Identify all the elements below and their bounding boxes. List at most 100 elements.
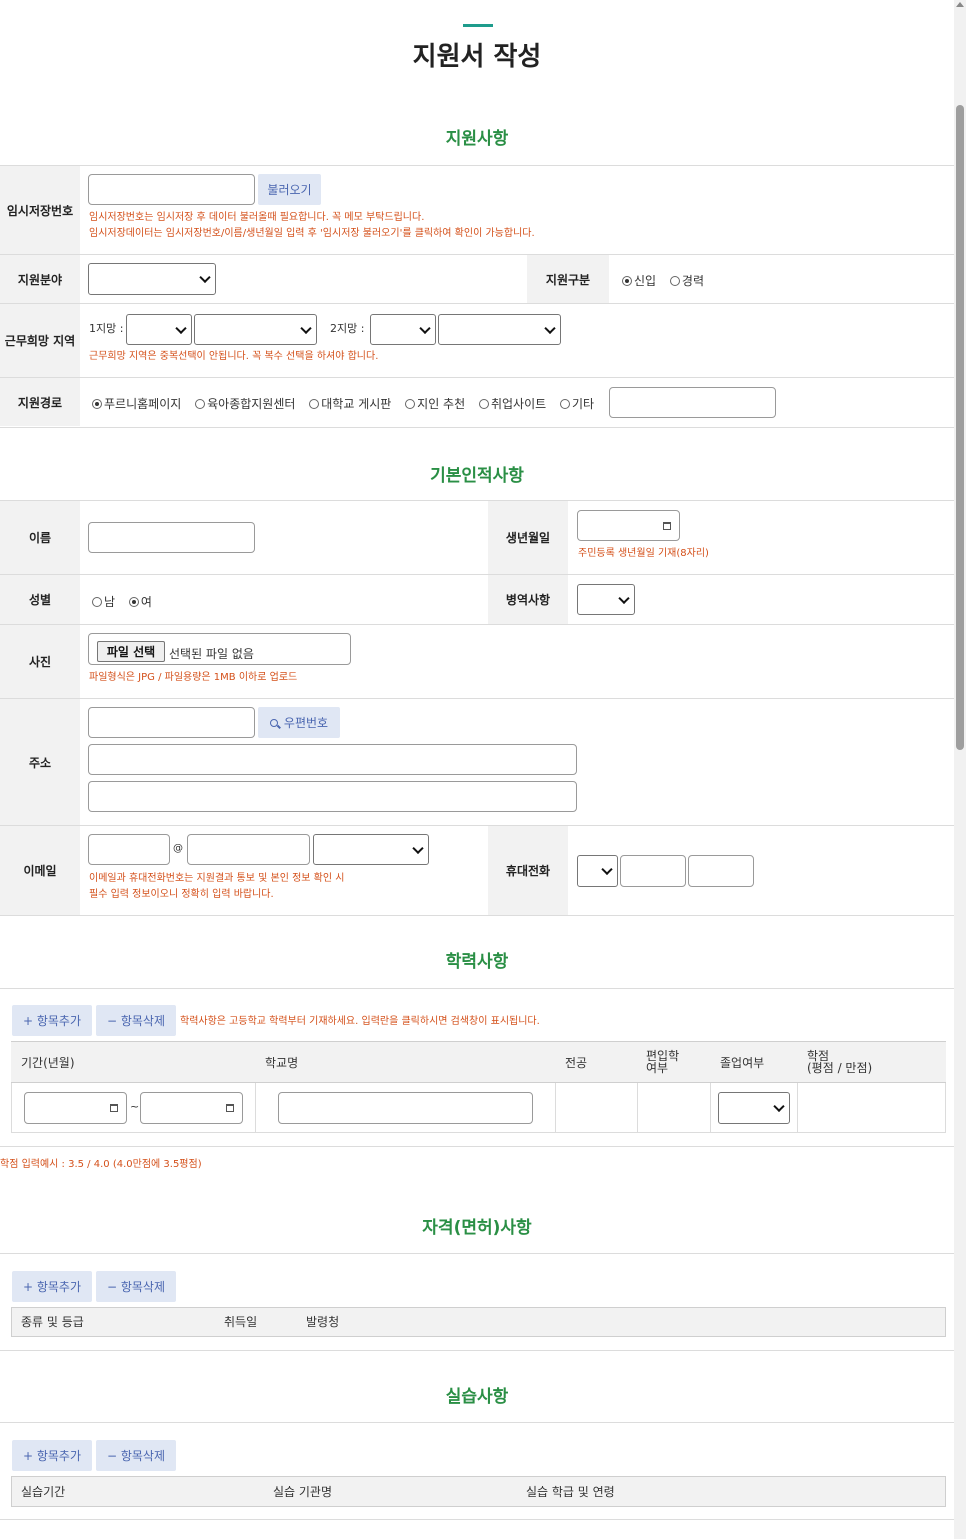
- practice-header-class: 실습 학급 및 연령: [526, 1485, 615, 1499]
- practice-add-button[interactable]: + 항목추가: [12, 1440, 92, 1471]
- radio-route-referral[interactable]: 지인 추천: [405, 397, 465, 411]
- phone-last-input[interactable]: [688, 855, 754, 887]
- search-icon: [269, 718, 278, 727]
- divider: [0, 1253, 954, 1254]
- field-select[interactable]: [88, 263, 216, 295]
- license-remove-button[interactable]: − 항목삭제: [96, 1271, 176, 1302]
- radio-experienced-label: 경력: [681, 274, 705, 288]
- radio-icon[interactable]: [560, 399, 570, 409]
- radio-icon[interactable]: [405, 399, 416, 409]
- divider: [0, 988, 954, 989]
- practice-table-header: [11, 1476, 946, 1507]
- route-other-input[interactable]: [609, 387, 776, 418]
- temp-save-number-input[interactable]: [88, 174, 255, 205]
- radio-route-childcare-center[interactable]: 육아종합지원센터: [195, 397, 295, 411]
- gender-label: 성별: [0, 575, 80, 624]
- file-select-button[interactable]: 파일 선택: [97, 641, 165, 662]
- route-option-label: 대학교 게시판: [321, 397, 392, 411]
- divider: [0, 915, 954, 916]
- gender-label-text: 성별: [28, 593, 52, 607]
- apply-type-label: 지원구분: [527, 255, 609, 303]
- radio-icon[interactable]: [309, 399, 320, 409]
- application-form-page: 지원서 작성 지원사항 임시저장번호 불러오기 임시저장번호는 임시저장 후 데…: [0, 0, 966, 1539]
- radio-icon[interactable]: [669, 276, 680, 286]
- radio-icon[interactable]: [622, 276, 632, 286]
- file-status: 선택된 파일 없음: [169, 647, 254, 661]
- section-title-education: 학력사항: [445, 952, 509, 972]
- radio-icon[interactable]: [128, 597, 139, 607]
- zipcode-input[interactable]: [88, 707, 255, 738]
- school-name-input[interactable]: [278, 1092, 533, 1124]
- radio-icon[interactable]: [92, 399, 102, 409]
- load-temp-button[interactable]: 불러오기: [258, 174, 321, 205]
- graduation-select[interactable]: [718, 1092, 790, 1124]
- radio-female-label: 여: [140, 595, 152, 609]
- calendar-icon[interactable]: [226, 1104, 234, 1112]
- education-table-header: [11, 1041, 946, 1083]
- divider: [0, 377, 954, 378]
- temp-save-note-2: 임시저장데이터는 임시저장번호/이름/생년월일 입력 후 '임시저장 불러오기'…: [89, 228, 535, 239]
- education-add-button[interactable]: + 항목추가: [12, 1005, 92, 1036]
- choice2-center-select[interactable]: [438, 314, 561, 345]
- radio-experienced[interactable]: 경력: [669, 274, 705, 288]
- section-title-basic: 기본인적사항: [430, 466, 524, 486]
- scrollbar-thumb[interactable]: [956, 105, 964, 750]
- practice-remove-button[interactable]: − 항목삭제: [96, 1440, 176, 1471]
- birth-date-input[interactable]: [577, 510, 680, 541]
- radio-route-homepage[interactable]: 푸르니홈페이지: [92, 397, 181, 411]
- col-divider: [555, 1083, 556, 1133]
- choice1-region-select[interactable]: [126, 314, 192, 345]
- title-accent-bar: [463, 24, 493, 27]
- military-select[interactable]: [577, 584, 635, 615]
- section-title-practice: 실습사항: [445, 1387, 509, 1407]
- radio-new[interactable]: 신입: [622, 274, 656, 288]
- license-header-issuer: 발령청: [306, 1315, 340, 1329]
- divider: [0, 427, 954, 428]
- zipcode-search-button[interactable]: 우편번호: [258, 707, 340, 738]
- name-input[interactable]: [88, 522, 255, 553]
- education-remove-button[interactable]: − 항목삭제: [96, 1005, 176, 1036]
- choice2-region-select[interactable]: [370, 314, 436, 345]
- radio-route-other[interactable]: 기타: [560, 397, 594, 411]
- divider: [0, 698, 954, 699]
- phone-middle-input[interactable]: [620, 855, 686, 887]
- email-label-text: 이메일: [23, 864, 57, 878]
- edu-header-transfer: 편입학 여부: [646, 1049, 680, 1075]
- calendar-icon[interactable]: [110, 1104, 118, 1112]
- name-label-text: 이름: [28, 531, 52, 545]
- scrollbar-track[interactable]: [954, 0, 966, 1539]
- phone-prefix-select[interactable]: [577, 855, 618, 887]
- address-line1-input[interactable]: [88, 744, 577, 775]
- radio-route-job-site[interactable]: 취업사이트: [478, 397, 547, 411]
- license-header-date: 취득일: [224, 1315, 258, 1329]
- address-label-text: 주소: [28, 755, 52, 770]
- edu-start-date-input[interactable]: [24, 1092, 127, 1124]
- scroll-up-arrow-icon[interactable]: [956, 2, 964, 7]
- route-option-label: 기타: [572, 397, 595, 411]
- email-id-input[interactable]: [88, 834, 170, 865]
- address-line2-input[interactable]: [88, 781, 577, 812]
- birth-note: 주민등록 생년월일 기재(8자리): [578, 548, 709, 559]
- email-at-sign: @: [173, 843, 183, 854]
- edu-end-date-input[interactable]: [140, 1092, 243, 1124]
- photo-label-text: 사진: [28, 655, 52, 669]
- route-option-label: 취업사이트: [490, 397, 547, 411]
- radio-icon[interactable]: [478, 399, 489, 409]
- license-header-type: 종류 및 등급: [21, 1315, 84, 1329]
- col-divider: [710, 1083, 711, 1133]
- radio-icon[interactable]: [92, 597, 102, 607]
- email-domain-input[interactable]: [187, 834, 310, 865]
- edu-header-graduation: 졸업여부: [720, 1056, 765, 1070]
- edu-header-period: 기간(년월): [21, 1056, 75, 1070]
- phone-label: 휴대전화: [488, 826, 568, 915]
- education-note: 학력사항은 고등학교 학력부터 기재하세요. 입력란을 클릭하시면 검색창이 표…: [180, 1016, 540, 1027]
- radio-icon[interactable]: [195, 399, 206, 409]
- license-add-button[interactable]: + 항목추가: [12, 1271, 92, 1302]
- calendar-icon[interactable]: [663, 521, 671, 530]
- email-domain-select[interactable]: [313, 834, 429, 865]
- radio-new-label: 신입: [634, 274, 657, 288]
- radio-route-university[interactable]: 대학교 게시판: [309, 397, 391, 411]
- radio-male[interactable]: 남: [92, 595, 115, 609]
- choice1-center-select[interactable]: [194, 314, 317, 345]
- radio-female[interactable]: 여: [128, 595, 152, 609]
